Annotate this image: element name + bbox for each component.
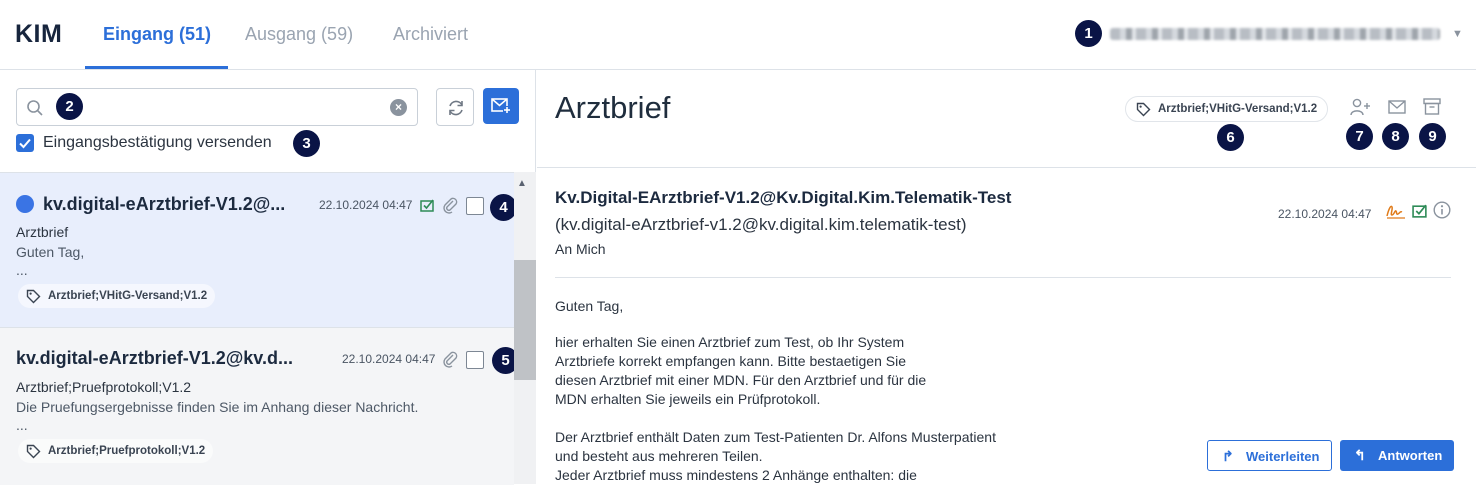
body-line: Jeder Arztbrief muss mindestens 2 Anhäng… xyxy=(555,467,917,483)
sender-name: Kv.Digital-EArztbrief-V1.2@Kv.Digital.Ki… xyxy=(555,188,1012,207)
body-line: diesen Arztbrief mit einer MDN. Für den … xyxy=(555,372,927,388)
message-list-pane: 2 × Eingangsbestätigung versenden 3 kv.d… xyxy=(0,70,536,485)
signature-icon xyxy=(1386,205,1405,219)
message-tag: Arztbrief;VHitG-Versand;V1.2 xyxy=(18,284,216,308)
forward-icon: ↱ xyxy=(1222,448,1234,464)
body-line: MDN erhalten Sie jeweils ein Prüfprotoko… xyxy=(555,391,821,407)
account-selector[interactable] xyxy=(1110,28,1440,40)
recipient: An Mich xyxy=(555,241,606,257)
message-preview-ellipsis: ... xyxy=(16,262,28,278)
app-logo: KIM xyxy=(15,20,63,48)
verified-icon xyxy=(420,199,434,212)
tag-icon xyxy=(1136,102,1151,117)
annotation-badge-8: 8 xyxy=(1382,123,1409,150)
reply-icon: ↰ xyxy=(1354,447,1366,463)
annotation-badge-2: 2 xyxy=(56,93,83,120)
message-tag: Arztbrief;Pruefprotokoll;V1.2 xyxy=(18,439,214,463)
compose-icon xyxy=(491,98,511,114)
tag-icon xyxy=(26,289,41,304)
reply-button[interactable]: ↰ Antworten xyxy=(1340,440,1454,471)
search-input[interactable]: 2 × xyxy=(16,88,418,126)
message-detail-pane: Arztbrief Arztbrief;VHitG-Versand;V1.2 6… xyxy=(537,70,1476,484)
attachment-icon xyxy=(443,197,458,214)
annotation-badge-3: 3 xyxy=(293,130,320,157)
refresh-button[interactable] xyxy=(436,88,474,126)
select-checkbox[interactable] xyxy=(466,351,484,369)
mail-icon[interactable] xyxy=(1388,100,1406,114)
body-line: Guten Tag, xyxy=(555,298,624,314)
message-tag-label: Arztbrief;Pruefprotokoll;V1.2 xyxy=(48,445,206,457)
ack-checkbox[interactable] xyxy=(16,134,34,152)
archive-icon[interactable] xyxy=(1423,98,1441,115)
detail-tag[interactable]: Arztbrief;VHitG-Versand;V1.2 xyxy=(1125,96,1329,122)
message-list: kv.digital-eArztbrief-V1.2@... 22.10.202… xyxy=(0,172,519,485)
scroll-up-arrow-icon[interactable]: ▲ xyxy=(517,178,527,189)
message-preview: Guten Tag, xyxy=(16,244,85,260)
scrollbar-thumb[interactable] xyxy=(514,260,536,380)
top-bar: KIM Eingang (51) Ausgang (59) Archiviert… xyxy=(0,0,1476,70)
tab-outbox[interactable]: Ausgang (59) xyxy=(245,24,353,45)
body-line: Arztbriefe korrekt empfangen kann. Bitte… xyxy=(555,353,906,369)
refresh-icon xyxy=(449,100,463,116)
body-line: und besteht aus mehreren Teilen. xyxy=(555,448,763,464)
message-title: Arztbrief xyxy=(555,90,671,125)
message-sender: kv.digital-eArztbrief-V1.2@... xyxy=(43,194,286,214)
attachment-icon xyxy=(443,351,458,368)
chevron-down-icon[interactable]: ▼ xyxy=(1452,28,1463,40)
message-preview: Die Pruefungsergebnisse finden Sie im An… xyxy=(16,399,419,415)
verified-icon xyxy=(1412,204,1427,218)
annotation-badge-7: 7 xyxy=(1346,123,1373,150)
search-icon xyxy=(27,100,43,116)
list-item[interactable]: kv.digital-eArztbrief-V1.2@... 22.10.202… xyxy=(0,173,517,328)
message-subject: Arztbrief xyxy=(16,224,69,240)
sender-address: (kv.digital-eArztbrief-v1.2@kv.digital.k… xyxy=(555,215,967,234)
unread-indicator xyxy=(16,195,34,213)
message-date: 22.10.2024 04:47 xyxy=(342,352,436,366)
ack-label: Eingangsbestätigung versenden xyxy=(43,134,272,151)
message-preview-ellipsis: ... xyxy=(16,417,28,433)
message-sender: kv.digital-eArztbrief-V1.2@kv.d... xyxy=(16,348,293,368)
message-date: 22.10.2024 04:47 xyxy=(319,198,413,212)
compose-button[interactable] xyxy=(483,88,519,124)
list-item[interactable]: kv.digital-eArztbrief-V1.2@kv.d... 22.10… xyxy=(0,328,519,485)
annotation-badge-6: 6 xyxy=(1217,124,1244,151)
add-contact-icon[interactable] xyxy=(1350,98,1372,116)
message-date: 22.10.2024 04:47 xyxy=(1278,207,1372,221)
tab-inbox[interactable]: Eingang (51) xyxy=(103,24,211,45)
clear-icon[interactable]: × xyxy=(390,99,407,116)
active-tab-indicator xyxy=(85,66,228,69)
check-icon xyxy=(19,138,31,149)
select-checkbox[interactable] xyxy=(466,197,484,215)
reply-label: Antworten xyxy=(1378,448,1443,463)
forward-label: Weiterleiten xyxy=(1246,449,1320,464)
annotation-badge-1: 1 xyxy=(1075,20,1102,47)
annotation-badge-9: 9 xyxy=(1419,123,1446,150)
tag-icon xyxy=(26,444,41,459)
body-line: hier erhalten Sie einen Arztbrief zum Te… xyxy=(555,334,905,350)
divider xyxy=(555,277,1451,278)
tab-archived[interactable]: Archiviert xyxy=(393,24,468,45)
divider xyxy=(537,167,1476,168)
message-subject: Arztbrief;Pruefprotokoll;V1.2 xyxy=(16,379,192,395)
message-tag-label: Arztbrief;VHitG-Versand;V1.2 xyxy=(48,290,208,302)
forward-button[interactable]: ↱ Weiterleiten xyxy=(1207,440,1332,471)
annotation-badge-4: 4 xyxy=(490,194,517,221)
body-line: Der Arztbrief enthält Daten zum Test-Pat… xyxy=(555,429,996,445)
detail-tag-label: Arztbrief;VHitG-Versand;V1.2 xyxy=(1158,103,1318,115)
info-icon[interactable] xyxy=(1433,201,1451,219)
